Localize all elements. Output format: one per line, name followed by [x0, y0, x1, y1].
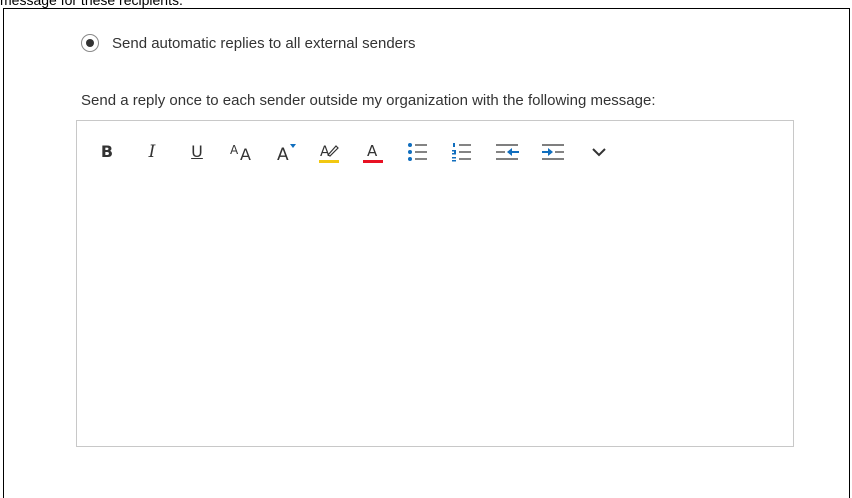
external-senders-radio[interactable] [81, 34, 99, 52]
more-formatting-button[interactable] [585, 137, 613, 167]
chevron-down-icon [592, 148, 606, 157]
underline-button[interactable]: U [183, 137, 211, 167]
clipped-heading-text: message for these recipients. [0, 0, 183, 8]
font-color-icon: A [363, 142, 383, 163]
numbering-button[interactable] [447, 137, 475, 167]
underline-icon: U [191, 142, 203, 161]
highlight-button[interactable]: A [315, 137, 343, 167]
radio-selected-dot [86, 39, 94, 47]
font-size-icon: A A [230, 143, 251, 163]
increase-font-size-icon: A [277, 144, 296, 164]
bullets-icon [408, 143, 427, 161]
increase-indent-icon [542, 144, 564, 160]
svg-text:A: A [320, 144, 330, 160]
svg-text:A: A [277, 145, 289, 164]
italic-icon: I [148, 141, 156, 162]
italic-button[interactable]: I [138, 137, 166, 167]
message-body-input[interactable] [78, 175, 792, 445]
external-senders-radio-label: Send automatic replies to all external s… [112, 34, 416, 52]
external-reply-editor[interactable]: B I U A A A A A [76, 120, 794, 447]
bold-icon: B [100, 142, 114, 161]
svg-text:A: A [230, 143, 239, 157]
increase-indent-button[interactable] [537, 137, 569, 167]
svg-text:A: A [367, 142, 378, 160]
bold-button[interactable]: B [93, 137, 121, 167]
grow-font-button[interactable]: A [273, 137, 301, 167]
svg-text:A: A [240, 145, 251, 163]
numbering-icon [452, 143, 471, 162]
decrease-indent-button[interactable] [491, 137, 523, 167]
external-reply-instruction: Send a reply once to each sender outside… [81, 92, 656, 109]
font-size-button[interactable]: A A [227, 137, 261, 167]
bullets-button[interactable] [403, 137, 431, 167]
highlight-icon: A [319, 144, 339, 163]
decrease-indent-icon [496, 144, 519, 160]
font-color-button[interactable]: A [359, 137, 387, 167]
external-senders-radio-option[interactable]: Send automatic replies to all external s… [81, 34, 416, 52]
